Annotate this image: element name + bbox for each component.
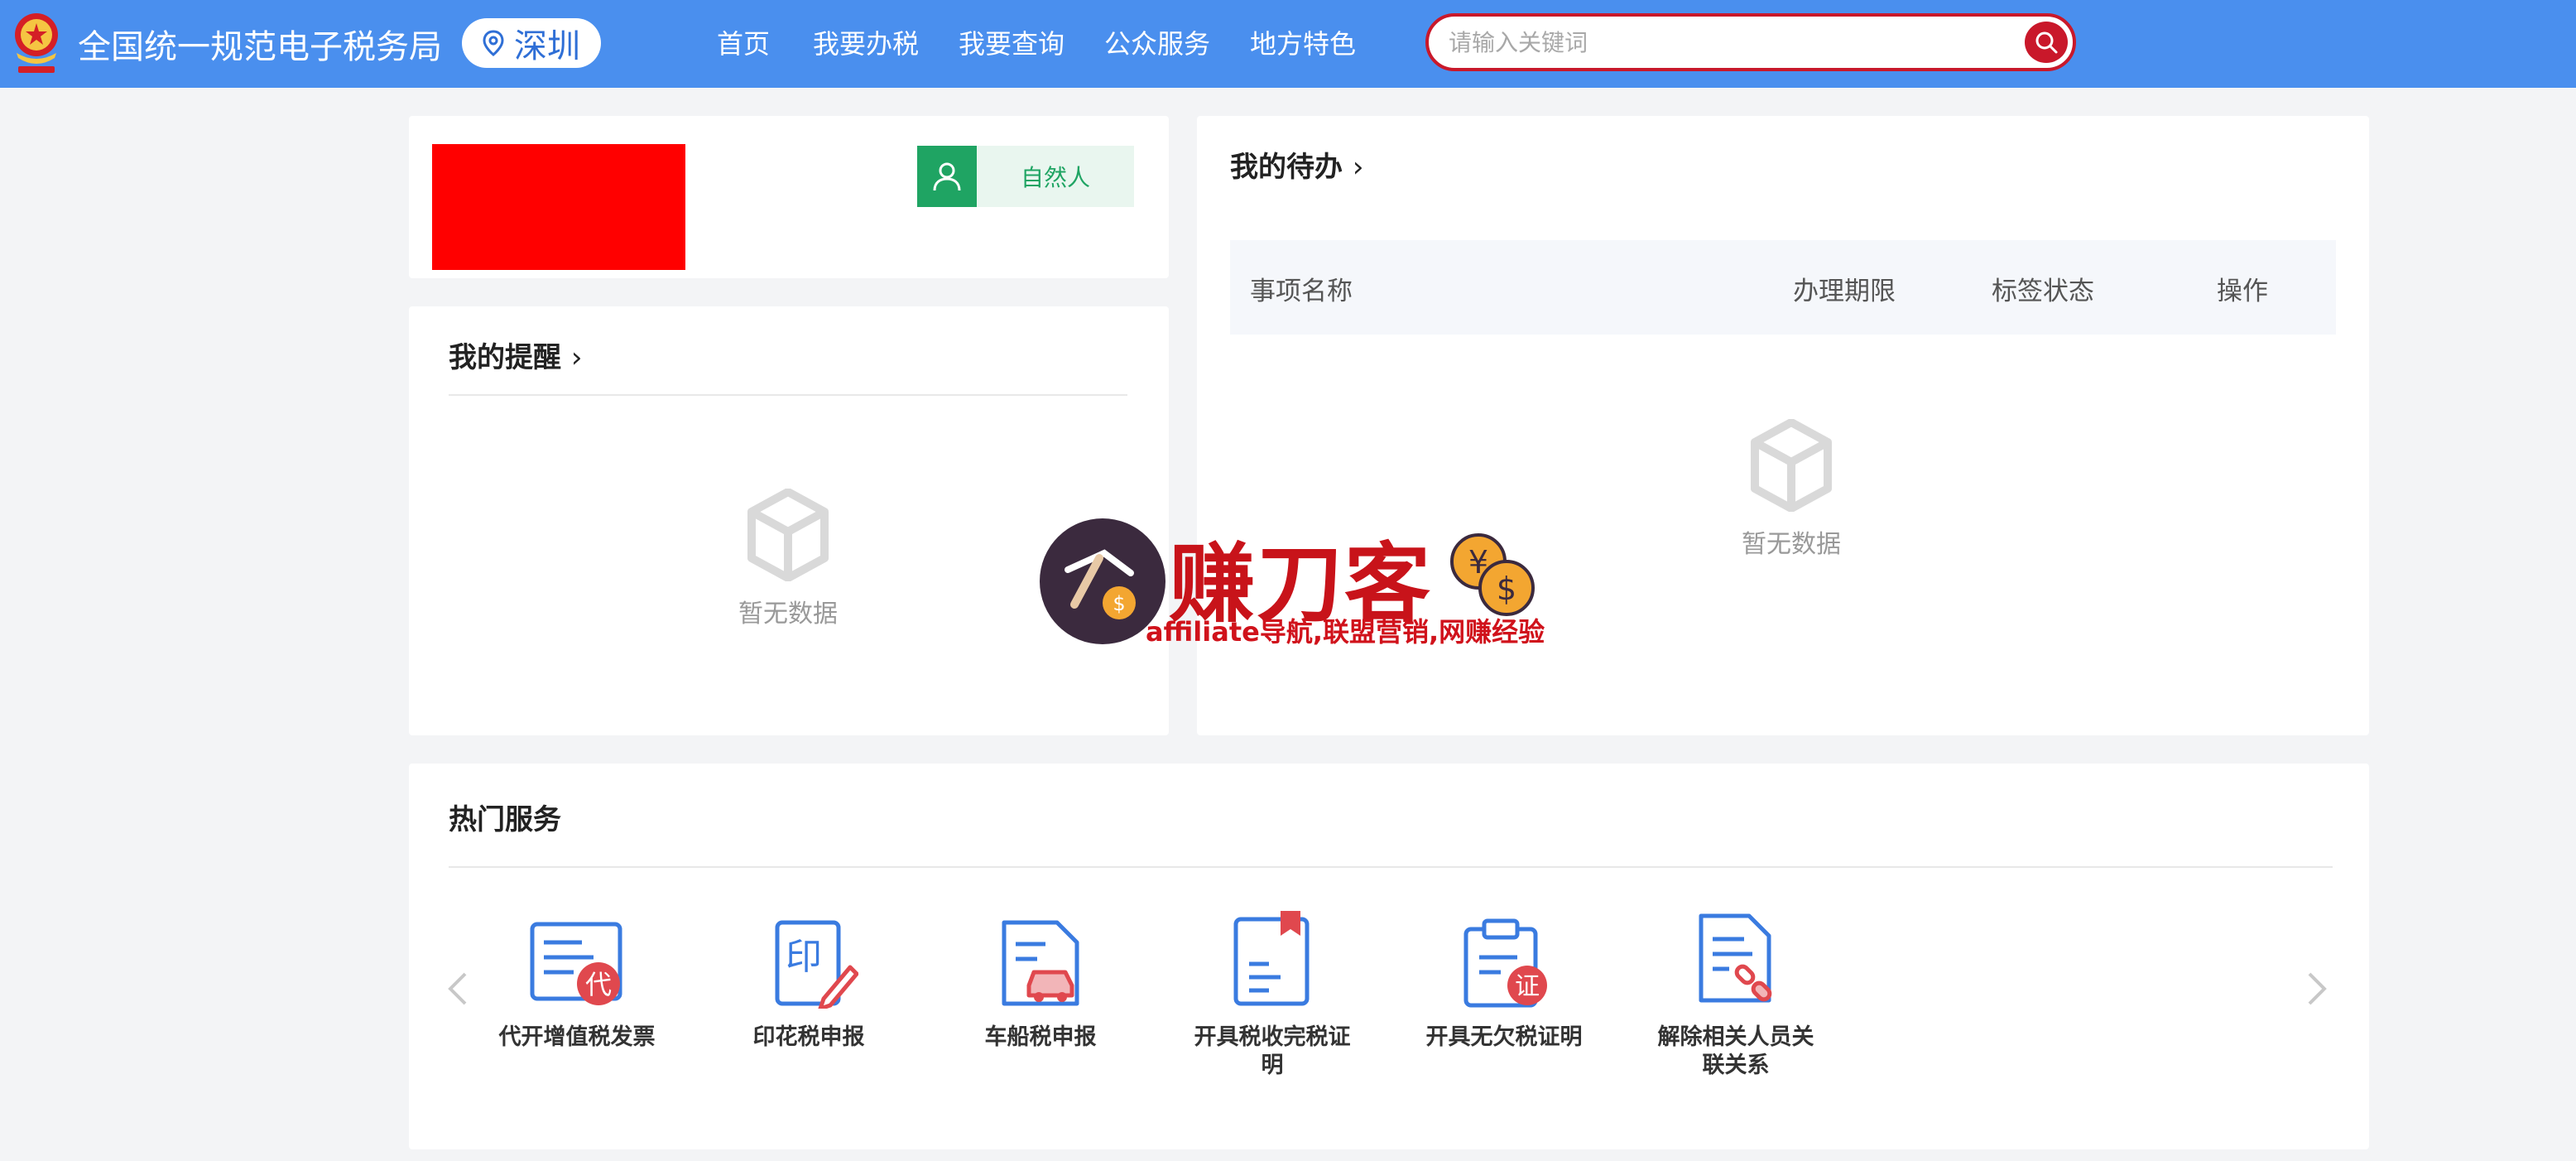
tax-certificate-icon <box>1233 911 1310 1006</box>
tax-emblem-icon[interactable] <box>10 7 63 78</box>
search-box <box>1425 13 2076 71</box>
watermark-logo: $ 赚刀客 ¥ $ affiliate导航,联盟营销,网赚经验 <box>1040 515 1545 648</box>
service-label: 车船税申报 <box>984 1024 1097 1050</box>
col-tag-status: 标签状态 <box>1992 277 2094 306</box>
service-label: 解除相关人员关联关系 <box>1657 1024 1814 1078</box>
todo-empty-text: 暂无数据 <box>1742 530 1841 559</box>
empty-box-icon <box>1751 419 1832 512</box>
nav-tax-handling[interactable]: 我要办税 <box>813 23 919 61</box>
search-button[interactable] <box>2025 22 2068 63</box>
reminders-title-text: 我的提醒 <box>449 341 561 374</box>
search-icon <box>2035 31 2058 54</box>
stamp-tax-icon: 印 <box>775 920 858 1009</box>
top-header: 全国统一规范电子税务局 深圳 首页 我要办税 我要查询 公众服务 地方特色 <box>0 0 2576 88</box>
todo-empty-state: 暂无数据 <box>1692 419 1891 560</box>
chevron-right-icon: › <box>1352 151 1364 184</box>
hot-services-divider <box>449 866 2333 868</box>
role-label: 自然人 <box>1020 164 1090 191</box>
service-stamp-tax[interactable]: 印 印花税申报 <box>730 918 887 1052</box>
service-label: 开具税收完税证明 <box>1194 1024 1351 1078</box>
reminders-divider <box>449 394 1127 396</box>
carousel-prev-icon[interactable] <box>445 971 470 1007</box>
unlink-relation-icon <box>1699 913 1772 1003</box>
svg-text:$: $ <box>1113 592 1125 615</box>
nav-home[interactable]: 首页 <box>717 23 770 61</box>
reminders-empty-text: 暂无数据 <box>738 600 838 629</box>
nav-query[interactable]: 我要查询 <box>959 23 1065 61</box>
no-arrears-certificate-icon: 证 <box>1463 918 1547 1008</box>
service-label: 开具无欠税证明 <box>1425 1024 1583 1050</box>
carousel-next-icon[interactable] <box>2304 971 2329 1007</box>
chevron-right-icon: › <box>570 341 583 374</box>
svg-text:$: $ <box>1497 571 1516 607</box>
redacted-user-info <box>432 144 685 270</box>
user-icon <box>933 162 961 191</box>
svg-text:印: 印 <box>786 936 822 978</box>
role-badge-icon-wrap <box>917 146 977 207</box>
site-title[interactable]: 全国统一规范电子税务局 <box>78 20 442 68</box>
search-input[interactable] <box>1449 17 2011 68</box>
city-label: 深圳 <box>514 27 580 65</box>
service-label: 印花税申报 <box>752 1024 865 1050</box>
col-action: 操作 <box>2217 277 2268 306</box>
nav-public-service[interactable]: 公众服务 <box>1104 23 1210 61</box>
hot-services-card: 热门服务 代 代开增值税发票 印 印花税申报 车船税申报 开具税收完税证明 证 … <box>409 764 2369 1149</box>
todo-title[interactable]: 我的待办 › <box>1230 144 1363 185</box>
col-item-name: 事项名称 <box>1250 277 1353 306</box>
watermark-sub-text: affiliate导航,联盟营销,网赚经验 <box>1146 616 1545 648</box>
svg-text:证: 证 <box>1515 972 1540 1001</box>
svg-text:代: 代 <box>585 969 612 1000</box>
todo-title-text: 我的待办 <box>1230 151 1343 184</box>
profile-card: 自然人 <box>409 116 1169 278</box>
reminders-title[interactable]: 我的提醒 › <box>449 335 582 375</box>
invoice-dai-icon: 代 <box>530 922 622 1005</box>
empty-box-icon <box>747 489 829 581</box>
service-label: 代开增值税发票 <box>498 1024 656 1050</box>
col-deadline: 办理期限 <box>1793 277 1896 306</box>
hot-services-title: 热门服务 <box>449 803 561 836</box>
service-no-arrears-certificate[interactable]: 证 开具无欠税证明 <box>1425 918 1583 1052</box>
coins-icon: ¥ $ <box>1450 533 1535 616</box>
reminders-empty-state: 暂无数据 <box>689 489 887 629</box>
vehicle-tax-icon <box>1002 920 1079 1006</box>
location-pin-icon <box>483 30 504 56</box>
todo-table-header: 事项名称 办理期限 标签状态 操作 <box>1230 240 2336 335</box>
service-vat-invoice[interactable]: 代 代开增值税发票 <box>498 918 656 1052</box>
service-unlink-relation[interactable]: 解除相关人员关联关系 <box>1657 909 1814 1080</box>
role-badge[interactable]: 自然人 <box>917 146 1134 207</box>
service-vehicle-tax[interactable]: 车船税申报 <box>962 918 1119 1052</box>
service-tax-payment-certificate[interactable]: 开具税收完税证明 <box>1194 909 1351 1080</box>
nav-local-feature[interactable]: 地方特色 <box>1250 23 1356 61</box>
city-selector[interactable]: 深圳 <box>462 18 601 68</box>
